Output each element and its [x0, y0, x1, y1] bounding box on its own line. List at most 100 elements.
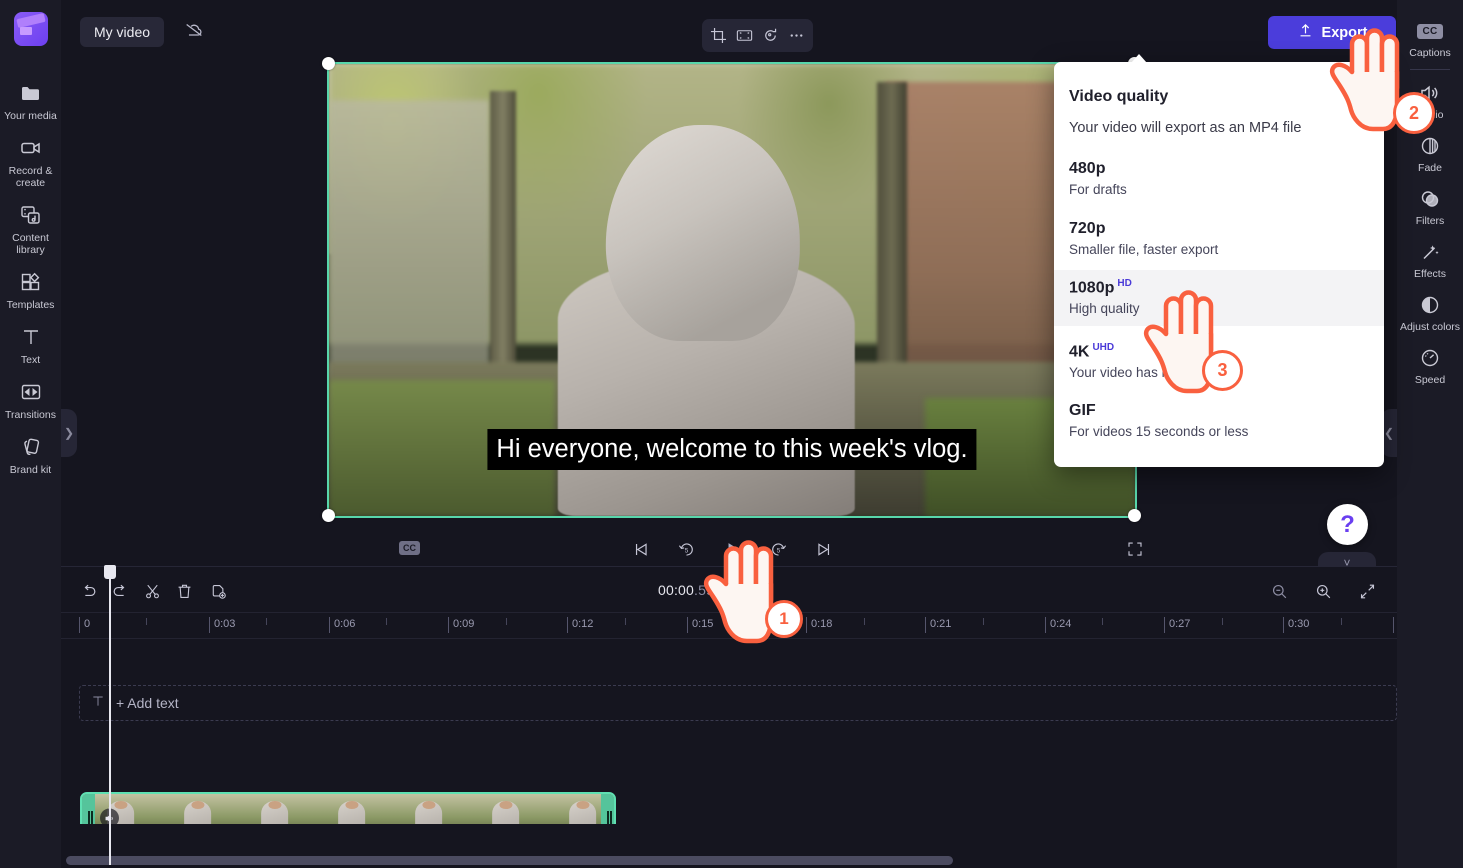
skip-to-start-icon[interactable]	[627, 536, 653, 562]
duplicate-icon[interactable]	[206, 579, 230, 603]
right-item-effects[interactable]: Effects	[1397, 231, 1463, 284]
dropdown-caret	[1131, 54, 1147, 63]
redo-icon[interactable]	[108, 579, 132, 603]
sidebar-label: Text	[20, 354, 41, 366]
project-name-label: My video	[94, 24, 151, 40]
cc-icon: CC	[1417, 19, 1443, 43]
cloud-sync-button[interactable]	[178, 17, 210, 47]
caption-overlay[interactable]: Hi everyone, welcome to this week's vlog…	[487, 429, 977, 471]
timeline-zoom-tools	[1267, 579, 1379, 603]
quality-name: 1080p	[1069, 279, 1115, 297]
quality-option-480p[interactable]: 480p For drafts	[1054, 152, 1384, 207]
upload-icon	[1297, 22, 1314, 43]
time-current: 00:00	[658, 582, 695, 598]
svg-text:5: 5	[776, 547, 780, 554]
quality-option-1080p[interactable]: 1080p HD High quality	[1054, 270, 1384, 327]
dropdown-subtitle: Your video will export as an MP4 file	[1069, 120, 1302, 136]
quality-option-720p[interactable]: 720p Smaller file, faster export	[1054, 212, 1384, 267]
sidebar-label: Templates	[6, 299, 55, 311]
right-label: Speed	[1414, 374, 1446, 386]
project-name-button[interactable]: My video	[80, 17, 165, 47]
crop-icon[interactable]	[707, 24, 731, 48]
sidebar-label: Content library	[12, 232, 49, 256]
add-text-track[interactable]: + Add text	[79, 685, 1397, 721]
time-readout: 00:00.59	[658, 582, 714, 598]
text-icon	[19, 325, 43, 349]
sidebar-label: Brand kit	[9, 464, 52, 476]
right-item-captions[interactable]: CC Captions	[1397, 10, 1463, 63]
quality-name: 720p	[1069, 220, 1106, 237]
top-toolbar: My video Export	[61, 0, 1397, 64]
add-text-label: + Add text	[116, 695, 179, 711]
quality-name: 4K	[1069, 343, 1090, 361]
sidebar-label: Transitions	[5, 409, 56, 421]
skip-to-end-icon[interactable]	[811, 536, 837, 562]
templates-icon	[19, 270, 43, 294]
export-button[interactable]: Export	[1268, 16, 1396, 49]
forward-5-icon[interactable]: 5	[765, 536, 791, 562]
sidebar-item-content-library[interactable]: Content library	[0, 194, 61, 261]
sidebar-item-your-media[interactable]: Your media	[0, 72, 61, 127]
quality-name: 480p	[1069, 160, 1106, 177]
quality-name: GIF	[1069, 402, 1096, 419]
timeline-horizontal-scrollbar[interactable]	[66, 856, 953, 865]
quality-option-gif[interactable]: GIF For videos 15 seconds or less	[1054, 394, 1384, 449]
right-label: Effects	[1414, 268, 1446, 280]
callout-badge-2: 2	[1393, 92, 1435, 134]
video-preview[interactable]: Hi everyone, welcome to this week's vlog…	[327, 62, 1137, 518]
timeline-playhead[interactable]	[104, 565, 116, 865]
clip-trim-handle-right[interactable]	[601, 794, 614, 824]
adjust-colors-icon	[1418, 293, 1442, 317]
sidebar-item-record-create[interactable]: Record & create	[0, 127, 61, 194]
export-label: Export	[1321, 24, 1368, 41]
fullscreen-button[interactable]	[1126, 540, 1144, 563]
timeline-ruler[interactable]: 0 0:03 0:06 0:09 0:12 0:15 0:18 0:21 0:2…	[61, 612, 1397, 639]
undo-icon[interactable]	[76, 579, 100, 603]
right-label: Captions	[1409, 47, 1451, 59]
sidebar-item-templates[interactable]: Templates	[0, 261, 61, 316]
sidebar-item-brand-kit[interactable]: Brand kit	[0, 426, 61, 481]
clip-thumbnails	[82, 794, 614, 824]
split-scissors-icon[interactable]	[140, 579, 164, 603]
fit-to-screen-icon[interactable]	[1355, 579, 1379, 603]
text-track-icon	[90, 693, 106, 714]
zoom-out-icon[interactable]	[1267, 579, 1291, 603]
right-item-filters[interactable]: Filters	[1397, 178, 1463, 231]
delete-trash-icon[interactable]	[172, 579, 196, 603]
quality-desc: Smaller file, faster export	[1069, 242, 1219, 257]
sidebar-item-text[interactable]: Text	[0, 316, 61, 371]
aspect-ratio-icon[interactable]	[733, 24, 757, 48]
right-item-adjust-colors[interactable]: Adjust colors	[1397, 284, 1463, 337]
clipchamp-editor: Your media Record & create Content libra…	[0, 0, 1463, 868]
rotate-icon[interactable]	[758, 24, 782, 48]
more-options-icon[interactable]	[784, 24, 808, 48]
right-label: Filters	[1415, 215, 1445, 227]
folder-icon	[19, 81, 43, 105]
captions-toggle-button[interactable]: CC	[399, 541, 420, 555]
dropdown-title: Video quality	[1069, 88, 1169, 105]
speed-gauge-icon	[1418, 346, 1442, 370]
resize-handle-bottom-right[interactable]	[1128, 509, 1141, 522]
help-button[interactable]: ?	[1327, 504, 1368, 545]
fade-icon	[1418, 134, 1442, 158]
resize-handle-top-left[interactable]	[322, 57, 335, 70]
right-item-speed[interactable]: Speed	[1397, 337, 1463, 390]
resize-handle-bottom-left[interactable]	[322, 509, 335, 522]
sidebar-label: Your media	[4, 110, 57, 122]
quality-desc: For videos 15 seconds or less	[1069, 424, 1249, 439]
quality-badge: HD	[1117, 278, 1132, 289]
left-sidebar: Your media Record & create Content libra…	[0, 0, 61, 868]
rewind-5-icon[interactable]: 5	[673, 536, 699, 562]
play-button[interactable]	[719, 536, 745, 562]
sidebar-label: Record & create	[8, 165, 53, 189]
timeline-toolbar: 00:00.59	[61, 567, 1397, 614]
transport-controls: 5 5	[627, 536, 837, 562]
filters-icon	[1418, 187, 1442, 211]
video-camera-icon	[19, 136, 43, 160]
zoom-in-icon[interactable]	[1311, 579, 1335, 603]
quality-badge: UHD	[1092, 342, 1115, 353]
video-clip[interactable]	[80, 792, 616, 824]
clip-trim-handle-left[interactable]	[82, 794, 95, 824]
sidebar-item-transitions[interactable]: Transitions	[0, 371, 61, 426]
callout-badge-1: 1	[765, 600, 803, 638]
